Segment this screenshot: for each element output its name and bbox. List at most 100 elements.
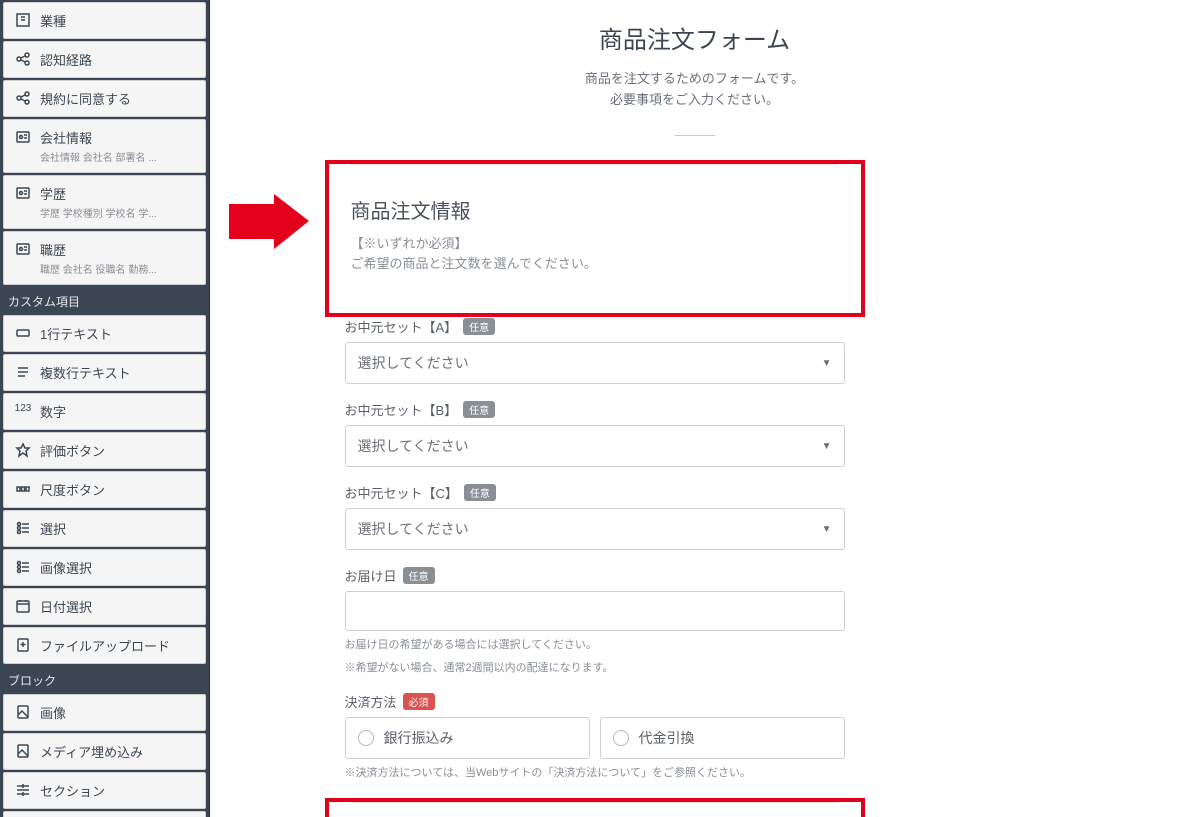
text-line-icon: [12, 325, 34, 341]
sidebar-item-company[interactable]: 会社情報会社情報 会社名 部署名 ...: [3, 119, 206, 173]
field-payment: 決済方法 必須 銀行振込み 代金引換 ※決済方法については、当Webサイトの「決…: [345, 692, 845, 782]
sidebar-item-label: 尺度ボタン: [40, 480, 105, 499]
list-icon: [12, 559, 34, 575]
upload-icon: [12, 637, 34, 653]
sidebar: 業種 認知経路 規約に同意する 会社情報会社情報 会社名 部署名 ... 学歴学…: [0, 0, 210, 817]
chevron-down-icon: ▼: [822, 524, 832, 535]
sidebar-item-label: 数字: [40, 402, 66, 421]
sidebar-item-label: 学歴: [40, 184, 157, 203]
badge-optional: 任意: [463, 401, 495, 418]
sidebar-item-label: 選択: [40, 519, 66, 538]
sidebar-item-label: 1行テキスト: [40, 324, 112, 343]
radio-bank-transfer[interactable]: 銀行振込み: [345, 717, 590, 759]
select-set-b[interactable]: 選択してください ▼: [345, 425, 845, 467]
sidebar-item-textmulti[interactable]: 複数行テキスト: [3, 354, 206, 391]
field-label-payment: 決済方法: [345, 692, 397, 711]
sidebar-item-desctext[interactable]: 説明テキスト: [3, 811, 206, 817]
sidebar-item-label: 職歴: [40, 240, 157, 259]
sidebar-item-imageselect[interactable]: 画像選択: [3, 549, 206, 586]
field-delivery-date: お届け日 任意 お届け日の希望がある場合には選択してください。 ※希望がない場合…: [345, 566, 845, 676]
field-label-date: お届け日: [345, 566, 397, 585]
sidebar-item-text1[interactable]: 1行テキスト: [3, 315, 206, 352]
chevron-down-icon: ▼: [822, 441, 832, 452]
select-set-a[interactable]: 選択してください ▼: [345, 342, 845, 384]
image-icon: [12, 704, 34, 720]
field-label-set-b: お中元セット【B】: [345, 400, 458, 419]
sidebar-item-label: 画像: [40, 703, 66, 722]
section-order-note2: ご希望の商品と注文数を選んでください。: [351, 254, 839, 275]
sidebar-item-sub: 学歴 学校種別 学校名 学...: [40, 205, 157, 220]
share-icon: [12, 90, 34, 106]
sidebar-item-label: 画像選択: [40, 558, 92, 577]
number-icon: 123: [12, 403, 34, 414]
field-label-set-a: お中元セット【A】: [345, 317, 458, 336]
sidebar-item-career[interactable]: 職歴職歴 会社名 役職名 勤務...: [3, 231, 206, 285]
chevron-down-icon: ▼: [822, 358, 832, 369]
sidebar-item-label: 日付選択: [40, 597, 92, 616]
select-placeholder: 選択してください: [358, 353, 469, 373]
badge-optional: 任意: [464, 484, 496, 501]
share-icon: [12, 51, 34, 67]
form-subtitle-2: 必要事項をご入力ください。: [345, 90, 1045, 111]
sidebar-item-label: セクション: [40, 781, 105, 800]
sidebar-heading-block: ブロック: [0, 666, 209, 692]
sidebar-item-sub: 会社情報 会社名 部署名 ...: [40, 149, 157, 164]
section-icon: [12, 782, 34, 798]
radio-label: 銀行振込み: [384, 728, 454, 748]
radio-icon: [358, 730, 374, 746]
form-subtitle-1: 商品を注文するためのフォームです。: [345, 69, 1045, 90]
sidebar-item-education[interactable]: 学歴学歴 学校種別 学校名 学...: [3, 175, 206, 229]
scale-icon: [12, 481, 34, 497]
sidebar-item-date[interactable]: 日付選択: [3, 588, 206, 625]
badge-optional: 任意: [463, 318, 495, 335]
sidebar-item-rating[interactable]: 評価ボタン: [3, 432, 206, 469]
help-payment: ※決済方法については、当Webサイトの「決済方法について」をご参照ください。: [345, 765, 845, 782]
sidebar-item-label: メディア埋め込み: [40, 742, 143, 761]
sidebar-item-label: ファイルアップロード: [40, 636, 170, 655]
section-order-title: 商品注文情報: [351, 195, 839, 224]
sidebar-heading-custom: カスタム項目: [0, 287, 209, 313]
arrow-icon: [229, 194, 309, 249]
sidebar-item-label: 認知経路: [40, 50, 92, 69]
radio-icon: [613, 730, 629, 746]
sidebar-item-number[interactable]: 123 数字: [3, 393, 206, 430]
sidebar-item-scale[interactable]: 尺度ボタン: [3, 471, 206, 508]
section-order-note1: 【※いずれか必須】: [351, 234, 839, 255]
help-date-2: ※希望がない場合、通常2週間以内の配達になります。: [345, 660, 845, 677]
text-multi-icon: [12, 364, 34, 380]
list-icon: [12, 520, 34, 536]
star-icon: [12, 442, 34, 458]
sidebar-item-media[interactable]: メディア埋め込み: [3, 733, 206, 770]
calendar-icon: [12, 598, 34, 614]
sidebar-item-label: 複数行テキスト: [40, 363, 131, 382]
sidebar-item-channel[interactable]: 認知経路: [3, 41, 206, 78]
radio-label: 代金引換: [639, 728, 695, 748]
field-set-b: お中元セット【B】 任意 選択してください ▼: [345, 400, 845, 467]
sidebar-item-industry[interactable]: 業種: [3, 2, 206, 39]
input-date[interactable]: [345, 591, 845, 631]
highlight-section-1: 商品注文情報 【※いずれか必須】 ご希望の商品と注文数を選んでください。: [325, 160, 865, 318]
building-icon: [12, 12, 34, 28]
form-title: 商品注文フォーム: [345, 20, 1045, 55]
sidebar-item-agree[interactable]: 規約に同意する: [3, 80, 206, 117]
sidebar-item-label: 会社情報: [40, 128, 157, 147]
help-date-1: お届け日の希望がある場合には選択してください。: [345, 637, 845, 654]
radio-cod[interactable]: 代金引換: [600, 717, 845, 759]
field-set-c: お中元セット【C】 任意 選択してください ▼: [345, 483, 845, 550]
sidebar-item-sub: 職歴 会社名 役職名 勤務...: [40, 261, 157, 276]
sidebar-item-image[interactable]: 画像: [3, 694, 206, 731]
sidebar-item-upload[interactable]: ファイルアップロード: [3, 627, 206, 664]
sidebar-item-section[interactable]: セクション: [3, 772, 206, 809]
id-icon: [12, 185, 34, 201]
form-preview: 商品注文フォーム 商品を注文するためのフォームです。 必要事項をご入力ください。…: [210, 0, 1179, 817]
select-placeholder: 選択してください: [358, 436, 469, 456]
sidebar-item-select[interactable]: 選択: [3, 510, 206, 547]
field-label-set-c: お中元セット【C】: [345, 483, 458, 502]
select-placeholder: 選択してください: [358, 519, 469, 539]
field-set-a: お中元セット【A】 任意 選択してください ▼: [345, 317, 845, 384]
id-icon: [12, 129, 34, 145]
select-set-c[interactable]: 選択してください ▼: [345, 508, 845, 550]
sidebar-item-label: 評価ボタン: [40, 441, 105, 460]
divider: [675, 135, 715, 136]
sidebar-item-label: 規約に同意する: [40, 89, 131, 108]
